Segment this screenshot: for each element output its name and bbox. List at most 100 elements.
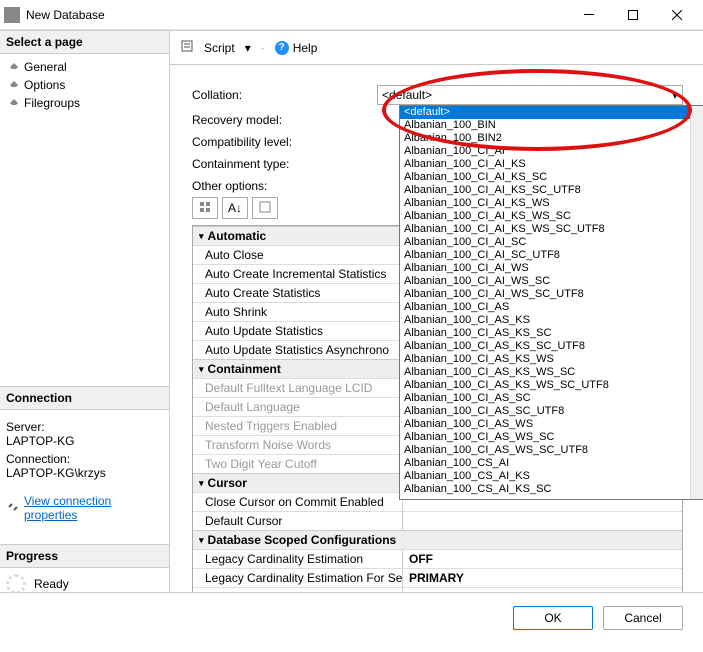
dropdown-item[interactable]: Albanian_100_CI_AS_WS_SC <box>400 431 703 444</box>
properties-button[interactable] <box>252 197 278 219</box>
compat-label: Compatibility level: <box>192 135 377 149</box>
dropdown-item[interactable]: Albanian_100_CI_AS <box>400 301 703 314</box>
chevron-down-icon: ▾ <box>199 535 204 546</box>
dropdown-item[interactable]: Albanian_100_CI_AS_KS_WS_SC <box>400 366 703 379</box>
window-title: New Database <box>26 8 567 22</box>
categorized-button[interactable] <box>192 197 218 219</box>
dropdown-item[interactable]: Albanian_100_CI_AS_WS_SC_UTF8 <box>400 444 703 457</box>
property-name: Legacy Cardinality Estimation <box>193 550 403 568</box>
view-connection-link[interactable]: View connection properties <box>24 494 163 522</box>
collation-dropdown-list[interactable]: <default>Albanian_100_BINAlbanian_100_BI… <box>399 105 703 500</box>
cancel-button[interactable]: Cancel <box>603 606 683 630</box>
dropdown-item[interactable]: Albanian_100_CI_AS_KS <box>400 314 703 327</box>
left-pane: Select a page General Options Filegroups… <box>0 31 170 592</box>
dropdown-item[interactable]: Albanian_100_CI_AS_SC <box>400 392 703 405</box>
right-pane: Script ▾ · ? Help Collation: <default> ▾… <box>170 31 703 592</box>
page-options[interactable]: Options <box>6 76 163 94</box>
dropdown-item[interactable]: Albanian_100_CI_AI_WS <box>400 262 703 275</box>
dropdown-item[interactable]: Albanian_100_CI_AI_SC_UTF8 <box>400 249 703 262</box>
dropdown-item[interactable]: Albanian_100_CS_AI <box>400 457 703 470</box>
script-dropdown-arrow-icon[interactable]: ▾ <box>245 41 251 55</box>
dropdown-item[interactable]: Albanian_100_CI_AI_KS_WS_SC_UTF8 <box>400 223 703 236</box>
property-name: Legacy Cardinality Estimation For Second… <box>193 569 403 587</box>
dropdown-item[interactable]: Albanian_100_CI_AS_KS_SC <box>400 327 703 340</box>
server-value: LAPTOP-KG <box>6 434 163 448</box>
property-value[interactable]: OFF <box>403 550 682 568</box>
connection-value: LAPTOP-KG\krzys <box>6 466 163 480</box>
recovery-label: Recovery model: <box>192 113 377 127</box>
containment-label: Containment type: <box>192 157 377 171</box>
connection-label: Connection: <box>6 452 163 466</box>
dropdown-item[interactable]: Albanian_100_CI_AI_KS <box>400 158 703 171</box>
help-button[interactable]: ? Help <box>275 41 318 55</box>
property-name: Max DOP <box>193 588 403 592</box>
property-row[interactable]: Max DOP0 <box>193 587 682 592</box>
script-icon <box>180 39 194 56</box>
dropdown-item[interactable]: Albanian_100_CI_AS_KS_WS <box>400 353 703 366</box>
chevron-down-icon: ▾ <box>199 478 204 489</box>
link-icon <box>6 500 20 517</box>
titlebar: New Database <box>0 0 703 30</box>
dropdown-item[interactable]: Albanian_100_CI_AS_WS <box>400 418 703 431</box>
app-icon <box>4 7 20 23</box>
dropdown-item[interactable]: Albanian_100_CI_AI_KS_WS <box>400 197 703 210</box>
progress-spinner-icon <box>6 574 26 594</box>
property-name: Two Digit Year Cutoff <box>193 455 403 473</box>
dropdown-item[interactable]: Albanian_100_CI_AI_KS_WS_SC <box>400 210 703 223</box>
dropdown-item[interactable]: Albanian_100_CI_AS_KS_WS_SC_UTF8 <box>400 379 703 392</box>
collation-label: Collation: <box>192 88 377 102</box>
script-button[interactable]: Script <box>204 41 235 55</box>
chevron-down-icon: ▾ <box>199 231 204 242</box>
dropdown-item[interactable]: Albanian_100_CI_AI_WS_SC_UTF8 <box>400 288 703 301</box>
property-name: Auto Create Incremental Statistics <box>193 265 403 283</box>
dropdown-item[interactable]: Albanian_100_CI_AI_WS_SC <box>400 275 703 288</box>
help-icon: ? <box>275 41 289 55</box>
category-header[interactable]: ▾Database Scoped Configurations <box>193 530 682 549</box>
dropdown-item[interactable]: Albanian_100_CI_AI <box>400 145 703 158</box>
property-name: Auto Close <box>193 246 403 264</box>
dropdown-item[interactable]: Albanian_100_CI_AI_KS_SC <box>400 171 703 184</box>
property-name: Nested Triggers Enabled <box>193 417 403 435</box>
dropdown-item[interactable]: Albanian_100_CI_AS_SC_UTF8 <box>400 405 703 418</box>
dropdown-item[interactable]: Albanian_100_CI_AI_KS_SC_UTF8 <box>400 184 703 197</box>
dropdown-item[interactable]: Albanian_100_CI_AS_KS_SC_UTF8 <box>400 340 703 353</box>
progress-status: Ready <box>34 577 69 591</box>
property-name: Close Cursor on Commit Enabled <box>193 493 403 511</box>
dropdown-item[interactable]: Albanian_100_CS_AI_KS_SC <box>400 483 703 496</box>
chevron-down-icon: ▾ <box>199 364 204 375</box>
property-row[interactable]: Legacy Cardinality Estimation For Second… <box>193 568 682 587</box>
alphabetical-button[interactable]: A↓ <box>222 197 248 219</box>
maximize-button[interactable] <box>611 0 655 30</box>
dropdown-item[interactable]: <default> <box>400 106 703 119</box>
property-value[interactable]: 0 <box>403 588 682 592</box>
property-name: Auto Create Statistics <box>193 284 403 302</box>
collation-select[interactable]: <default> ▾ <box>377 85 683 105</box>
server-label: Server: <box>6 420 163 434</box>
select-page-header: Select a page <box>0 31 169 54</box>
dropdown-item[interactable]: Albanian_100_CI_AI_SC <box>400 236 703 249</box>
minimize-button[interactable] <box>567 0 611 30</box>
dropdown-item[interactable]: Albanian_100_BIN <box>400 119 703 132</box>
property-name: Default Language <box>193 398 403 416</box>
close-button[interactable] <box>655 0 699 30</box>
page-filegroups[interactable]: Filegroups <box>6 94 163 112</box>
property-value[interactable]: PRIMARY <box>403 569 682 587</box>
property-name: Auto Shrink <box>193 303 403 321</box>
property-name: Default Cursor <box>193 512 403 530</box>
connection-header: Connection <box>0 386 169 410</box>
property-row[interactable]: Legacy Cardinality EstimationOFF <box>193 549 682 568</box>
property-name: Transform Noise Words <box>193 436 403 454</box>
page-general[interactable]: General <box>6 58 163 76</box>
property-name: Auto Update Statistics Asynchrono <box>193 341 403 359</box>
chevron-down-icon: ▾ <box>672 88 678 102</box>
property-name: Auto Update Statistics <box>193 322 403 340</box>
ok-button[interactable]: OK <box>513 606 593 630</box>
property-value[interactable] <box>403 512 682 530</box>
dropdown-item[interactable]: Albanian_100_BIN2 <box>400 132 703 145</box>
toolbar-separator: · <box>261 41 265 55</box>
property-row[interactable]: Default Cursor <box>193 511 682 530</box>
progress-header: Progress <box>0 544 169 568</box>
dropdown-scrollbar[interactable] <box>690 106 703 499</box>
property-name: Default Fulltext Language LCID <box>193 379 403 397</box>
dropdown-item[interactable]: Albanian_100_CS_AI_KS <box>400 470 703 483</box>
